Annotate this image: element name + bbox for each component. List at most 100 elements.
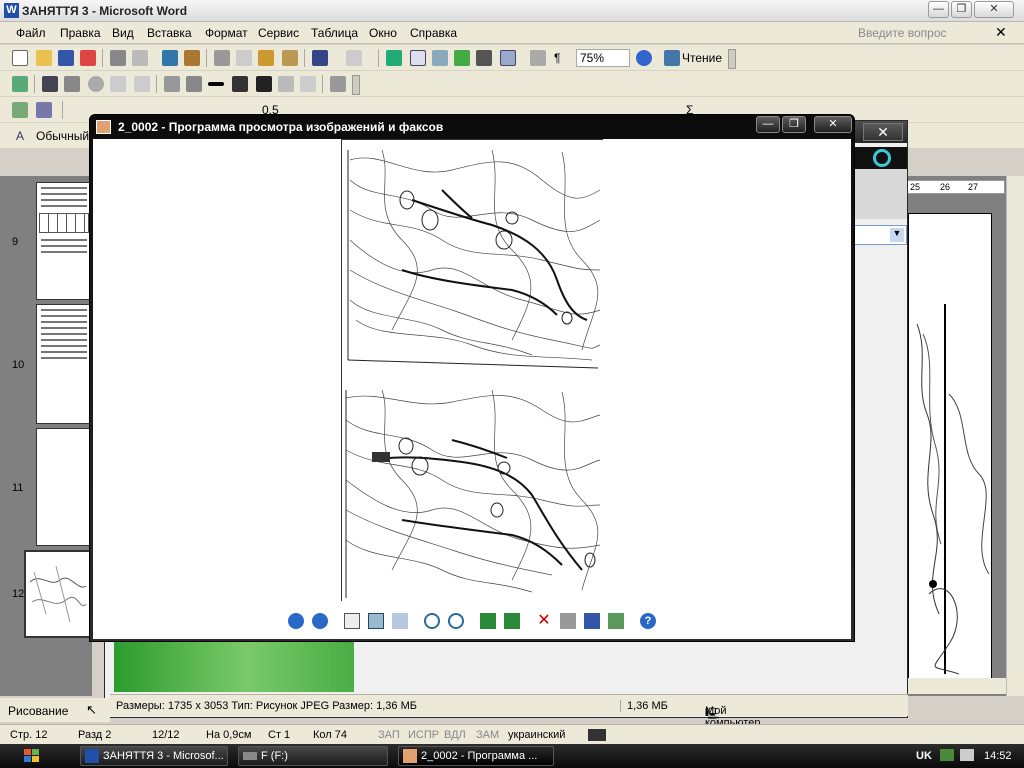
menu-tools[interactable]: Сервис xyxy=(258,26,299,40)
line-style-icon[interactable] xyxy=(208,82,224,86)
drawing-icon[interactable] xyxy=(500,50,516,66)
maximize-button[interactable]: ❐ xyxy=(951,1,972,18)
menu-view[interactable]: Вид xyxy=(112,26,134,40)
volume-icon[interactable] xyxy=(960,749,974,761)
styles-icon[interactable]: A xyxy=(16,129,24,143)
more-contrast-icon[interactable] xyxy=(64,76,80,92)
crop-icon[interactable] xyxy=(164,76,180,92)
open-for-editing-icon[interactable] xyxy=(608,613,624,629)
hyperlink-icon[interactable] xyxy=(386,50,402,66)
background-close-button[interactable]: ✕ xyxy=(863,123,903,141)
drawing-menu[interactable]: Рисование xyxy=(8,704,68,718)
document-map-icon[interactable] xyxy=(530,50,546,66)
document-page[interactable] xyxy=(908,213,992,685)
style-name[interactable]: Обычный xyxy=(36,129,89,143)
reading-mode-button[interactable]: Чтение xyxy=(682,51,722,65)
save-icon[interactable] xyxy=(58,50,74,66)
permission-icon[interactable] xyxy=(80,50,96,66)
less-brightness-icon[interactable] xyxy=(134,76,150,92)
spelling-status-icon[interactable] xyxy=(588,729,606,741)
cut-icon[interactable] xyxy=(214,50,230,66)
taskbar-item-drive[interactable]: F (F:) xyxy=(238,746,388,766)
viewer-minimize-button[interactable]: — xyxy=(756,116,780,133)
forms-icon[interactable] xyxy=(36,102,52,118)
undo-icon[interactable] xyxy=(312,50,328,66)
open-folder-icon[interactable] xyxy=(36,50,52,66)
rotate-counterclockwise-icon[interactable] xyxy=(504,613,520,629)
print-icon[interactable] xyxy=(560,613,576,629)
previous-image-icon[interactable] xyxy=(288,613,304,629)
word-app-icon[interactable]: W xyxy=(4,3,19,18)
zoom-out-icon[interactable] xyxy=(448,613,464,629)
set-transparent-icon[interactable] xyxy=(300,76,316,92)
copy-icon[interactable] xyxy=(236,50,252,66)
minimize-button[interactable]: — xyxy=(928,1,949,18)
scanned-image[interactable] xyxy=(341,139,604,602)
delete-icon[interactable]: ✕ xyxy=(536,613,552,629)
menu-format[interactable]: Формат xyxy=(205,26,248,40)
new-document-icon[interactable] xyxy=(12,50,28,66)
slideshow-icon[interactable] xyxy=(392,613,408,629)
rotate-clockwise-icon[interactable] xyxy=(480,613,496,629)
reset-picture-icon[interactable] xyxy=(330,76,346,92)
dropdown-arrow-icon[interactable]: ▼ xyxy=(890,228,904,242)
help-icon[interactable] xyxy=(636,50,652,66)
ask-question-input[interactable]: Введите вопрос xyxy=(858,26,947,40)
rotate-icon[interactable] xyxy=(186,76,202,92)
actual-size-icon[interactable] xyxy=(368,613,384,629)
taskbar-item-word[interactable]: ЗАНЯТТЯ 3 - Microsof... xyxy=(80,746,228,766)
show-hide-icon[interactable]: ¶ xyxy=(554,51,560,65)
status-overwrite[interactable]: ЗАМ xyxy=(476,729,499,741)
columns-icon[interactable] xyxy=(476,50,492,66)
select-objects-icon[interactable]: ↖ xyxy=(86,702,97,718)
zoom-in-icon[interactable] xyxy=(424,613,440,629)
page-thumbnail-11[interactable] xyxy=(36,428,92,546)
status-record[interactable]: ЗАП xyxy=(378,729,400,741)
help-icon[interactable]: ? xyxy=(640,613,656,629)
page-thumbnail-9[interactable] xyxy=(36,182,92,300)
menu-help[interactable]: Справка xyxy=(410,26,457,40)
viewer-app-icon[interactable] xyxy=(96,120,111,134)
best-fit-icon[interactable] xyxy=(344,613,360,629)
spelling-icon[interactable] xyxy=(162,50,178,66)
menu-window[interactable]: Окно xyxy=(369,26,397,40)
save-icon[interactable] xyxy=(584,613,600,629)
color-icon[interactable] xyxy=(42,76,58,92)
insert-excel-icon[interactable] xyxy=(454,50,470,66)
menu-table[interactable]: Таблица xyxy=(311,26,358,40)
close-button[interactable]: ✕ xyxy=(974,1,1014,18)
paste-icon[interactable] xyxy=(258,50,274,66)
status-extend[interactable]: ВДЛ xyxy=(444,729,466,741)
vertical-scrollbar[interactable] xyxy=(1006,176,1024,696)
menu-file[interactable]: Файл xyxy=(16,26,46,40)
status-track[interactable]: ИСПР xyxy=(408,729,439,741)
panel-dropdown[interactable]: ▼ xyxy=(853,225,907,245)
compress-icon[interactable] xyxy=(232,76,248,92)
redo-icon[interactable] xyxy=(346,50,362,66)
start-button[interactable] xyxy=(0,744,70,768)
clock[interactable]: 14:52 xyxy=(984,750,1012,762)
taskbar-item-viewer[interactable]: 2_0002 - Программа ... xyxy=(398,746,554,766)
viewer-maximize-button[interactable]: ❐ xyxy=(782,116,806,133)
tables-borders-icon[interactable] xyxy=(410,50,426,66)
page-thumbnail-12[interactable] xyxy=(24,550,92,638)
page-thumbnail-10[interactable] xyxy=(36,304,92,424)
insert-picture-icon[interactable] xyxy=(12,76,28,92)
text-wrap-icon[interactable] xyxy=(256,76,272,92)
zoom-select[interactable]: 75% xyxy=(576,49,630,67)
viewer-close-button[interactable]: ✕ xyxy=(814,116,852,133)
research-icon[interactable] xyxy=(184,50,200,66)
menu-insert[interactable]: Вставка xyxy=(147,26,192,40)
format-painter-icon[interactable] xyxy=(282,50,298,66)
horizontal-scrollbar[interactable] xyxy=(908,678,1006,694)
format-picture-icon[interactable] xyxy=(278,76,294,92)
network-icon[interactable] xyxy=(940,749,954,761)
close-document-icon[interactable]: ✕ xyxy=(995,24,1007,41)
insert-table-icon[interactable] xyxy=(432,50,448,66)
less-contrast-icon[interactable] xyxy=(88,76,104,92)
print-icon[interactable] xyxy=(110,50,126,66)
next-image-icon[interactable] xyxy=(312,613,328,629)
more-brightness-icon[interactable] xyxy=(110,76,126,92)
language-indicator[interactable]: UK xyxy=(916,750,932,762)
edit-icon[interactable] xyxy=(12,102,28,118)
